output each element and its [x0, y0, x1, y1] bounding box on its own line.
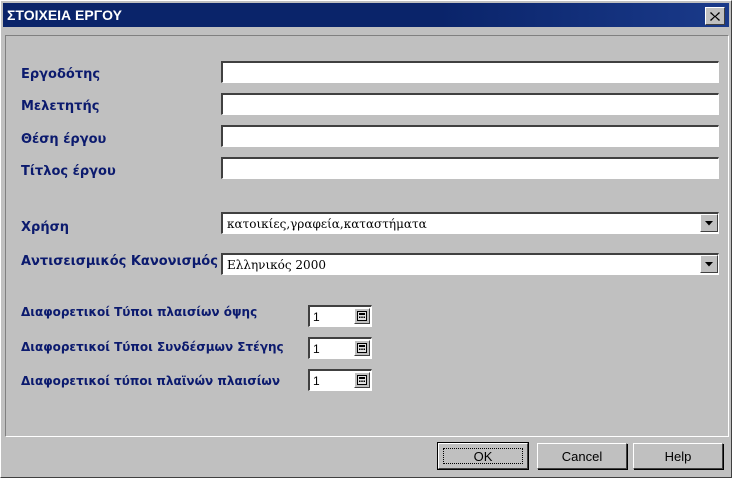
- designer-label: Μελετητής: [21, 99, 100, 114]
- close-button[interactable]: [705, 7, 725, 25]
- calculator-icon: [357, 343, 367, 353]
- chevron-down-icon: [705, 261, 713, 266]
- seismic-code-dropdown-button[interactable]: [700, 255, 718, 273]
- roof-types-label: Διαφορετικοί Τύποι Συνδέσμων Στέγης: [21, 340, 284, 354]
- roof-types-field[interactable]: 1: [308, 337, 372, 359]
- dialog-window: ΣΤΟΙΧΕΙΑ ΕΡΓΟΥ Εργοδότης Μελετητής Θέση …: [0, 0, 732, 478]
- usage-value: κατοικίες,γραφεία,καταστήματα: [227, 217, 427, 231]
- project-title-label: Τίτλος έργου: [21, 164, 116, 179]
- cancel-label: Cancel: [561, 448, 603, 464]
- dialog-title: ΣΤΟΙΧΕΙΑ ΕΡΓΟΥ: [7, 7, 122, 23]
- usage-select[interactable]: κατοικίες,γραφεία,καταστήματα: [221, 212, 719, 234]
- usage-label: Χρήση: [21, 220, 69, 235]
- chevron-down-icon: [705, 220, 713, 225]
- calculator-icon: [357, 375, 367, 385]
- title-bar: ΣΤΟΙΧΕΙΑ ΕΡΓΟΥ: [3, 3, 729, 27]
- designer-input[interactable]: [221, 93, 719, 115]
- seismic-code-value: Ελληνικός 2000: [227, 258, 326, 272]
- seismic-code-select[interactable]: Ελληνικός 2000: [221, 253, 719, 275]
- frame-types-calc-button[interactable]: [354, 308, 370, 324]
- cancel-button[interactable]: Cancel: [537, 443, 627, 469]
- employer-input[interactable]: [221, 61, 719, 83]
- project-title-input[interactable]: [221, 157, 719, 179]
- side-frame-types-label: Διαφορετικοί τύποι πλαϊνών πλαισίων: [21, 374, 281, 388]
- roof-types-value: 1: [313, 342, 320, 356]
- help-label: Help: [664, 448, 692, 464]
- side-frame-types-value: 1: [313, 374, 320, 388]
- ok-button[interactable]: OK: [437, 442, 529, 470]
- usage-dropdown-button[interactable]: [700, 214, 718, 232]
- frame-types-field[interactable]: 1: [308, 305, 372, 327]
- seismic-code-label: Αντισεισμικός Κανονισμός: [21, 254, 218, 269]
- roof-types-calc-button[interactable]: [354, 340, 370, 356]
- location-label: Θέση έργου: [21, 132, 107, 147]
- frame-types-value: 1: [313, 310, 320, 324]
- calculator-icon: [357, 311, 367, 321]
- side-frame-types-field[interactable]: 1: [308, 369, 372, 391]
- side-frame-types-calc-button[interactable]: [354, 372, 370, 388]
- help-button[interactable]: Help: [633, 443, 723, 469]
- close-icon: [710, 11, 720, 21]
- location-input[interactable]: [221, 125, 719, 147]
- employer-label: Εργοδότης: [21, 67, 101, 82]
- focus-rect: [443, 448, 523, 464]
- frame-types-label: Διαφορετικοί Τύποι πλαισίων όψης: [21, 305, 258, 319]
